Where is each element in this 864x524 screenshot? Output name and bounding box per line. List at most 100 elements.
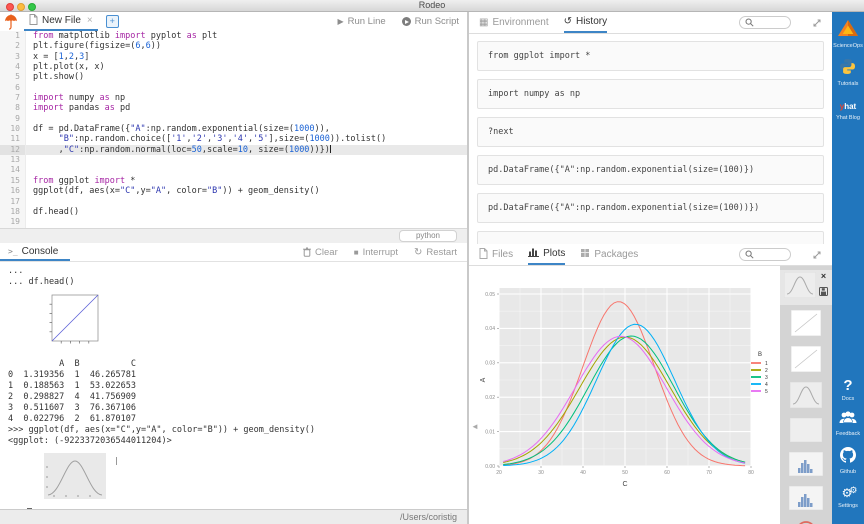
sidebar-item-tutorials[interactable]: Tutorials (838, 58, 859, 87)
plot-thumbnail[interactable] (791, 310, 821, 341)
sidebar-item-label: ScienceOps (833, 43, 863, 49)
history-item[interactable] (477, 231, 824, 244)
yhat-logo-icon: yhat (840, 96, 856, 114)
tab-history[interactable]: ↺ History (564, 12, 608, 33)
tab-environment[interactable]: ▦ Environment (479, 12, 549, 33)
history-list: from ggplot import * import numpy as np ?n… (469, 34, 832, 244)
console-header: >_ Console Clear ■ Interrupt ↻ Restart (0, 243, 467, 262)
question-icon: ? (843, 377, 852, 395)
sidebar-item-github[interactable]: Github (839, 446, 857, 475)
plot-thumbnail-selected[interactable] (784, 272, 816, 303)
restart-button[interactable]: ↻ Restart (414, 247, 457, 258)
plot-thumbnail[interactable] (790, 418, 822, 447)
expand-pane-icon[interactable] (812, 18, 822, 28)
restart-icon: ↻ (414, 247, 422, 258)
sidebar-item-feedback[interactable]: Feedback (836, 411, 860, 437)
history-search-box[interactable] (739, 16, 791, 29)
history-item[interactable]: pd.DataFrame({"A":np.random.exponential(… (477, 193, 824, 223)
run-line-label: Run Line (348, 16, 386, 27)
svg-text:2: 2 (765, 368, 768, 374)
history-item[interactable]: pd.DataFrame({"A":np.random.exponential(… (477, 155, 824, 185)
sidebar-item-docs[interactable]: ?Docs (842, 377, 855, 402)
svg-text:0.01: 0.01 (485, 429, 495, 435)
file-icon (479, 248, 488, 262)
editor-toolbar: New File × + ▶ Run Line Run Script (0, 12, 467, 31)
line-number: 4 (0, 62, 26, 72)
sidebar-item-label: Docs (842, 396, 855, 402)
window-title: Rodeo (0, 0, 864, 11)
line-number: 1 (0, 31, 26, 41)
sidebar-item-yhat-blog[interactable]: yhatYhat Blog (836, 96, 860, 121)
language-selector[interactable]: python (399, 230, 457, 242)
console-tab-label: Console (22, 246, 59, 257)
plot-thumbnail[interactable] (791, 346, 821, 377)
editor-tab-new-file[interactable]: New File × (24, 12, 98, 31)
packages-tab-label: Packages (594, 249, 638, 260)
history-item[interactable]: from ggplot import * (477, 41, 824, 71)
app-sidebar: ScienceOps Tutorials yhatYhat Blog ?Docs Fe… (832, 12, 864, 524)
line-number: 8 (0, 103, 26, 113)
svg-text:20: 20 (496, 470, 502, 476)
search-icon (745, 18, 754, 27)
clear-console-button[interactable]: Clear (303, 247, 338, 258)
right-pane: ▦ Environment ↺ History from ggplot impo… (469, 12, 832, 524)
run-script-label: Run Script (415, 16, 459, 27)
svg-text:30: 30 (538, 470, 544, 476)
code-line: 13 (0, 155, 467, 165)
code-line: 16ggplot(df, aes(x="C",y="A", color="B")… (0, 186, 467, 196)
line-number: 15 (0, 176, 26, 186)
plots-tab-label: Plots (543, 248, 565, 259)
console-output: ... ... df.head() A B C 0 1.319356 1 46.… (0, 262, 467, 516)
console-block-2: A B C 0 1.319356 1 46.265781 1 0.188563 … (8, 359, 467, 447)
code-line: 18df.head() (0, 207, 467, 217)
ggplot-chart: 203040506070800.000.010.020.030.040.05CA… (479, 270, 775, 510)
svg-text:0.05: 0.05 (485, 292, 495, 298)
tab-plots[interactable]: Plots (528, 244, 565, 265)
console-tab[interactable]: >_ Console (0, 243, 70, 261)
line-number: 18 (0, 207, 26, 217)
sidebar-top-group: ScienceOps Tutorials yhatYhat Blog (833, 19, 863, 130)
run-script-button[interactable]: Run Script (402, 16, 459, 27)
close-tab-icon[interactable]: × (87, 15, 93, 26)
run-script-icon (402, 17, 411, 26)
working-directory: /Users/coristig (400, 512, 457, 522)
rodeo-logo-icon (4, 14, 18, 30)
code-line: 9 (0, 114, 467, 124)
svg-text:70: 70 (706, 470, 712, 476)
save-plot-icon[interactable] (819, 283, 828, 301)
file-icon (29, 12, 38, 30)
new-tab-button[interactable]: + (106, 15, 119, 28)
history-item[interactable]: import numpy as np (477, 79, 824, 109)
svg-text:B: B (758, 352, 762, 358)
expand-pane-icon[interactable] (812, 250, 822, 260)
svg-text:60: 60 (664, 470, 670, 476)
interrupt-button[interactable]: ■ Interrupt (354, 247, 398, 258)
history-item[interactable]: ?next (477, 117, 824, 147)
history-icon: ↺ (564, 16, 572, 27)
broken-plot-icon[interactable] (795, 520, 817, 524)
sidebar-item-settings[interactable]: ⚙⚙Settings (838, 484, 858, 509)
plot-thumbnail[interactable] (789, 452, 823, 481)
svg-text:0.02: 0.02 (485, 395, 495, 401)
editor-console-pane: New File × + ▶ Run Line Run Script 1from… (0, 12, 469, 524)
editor-cursor (330, 145, 331, 153)
plot-thumbnail[interactable] (790, 382, 822, 413)
line-number: 10 (0, 124, 26, 134)
code-line: 2plt.figure(figsize=(6,6)) (0, 41, 467, 51)
plot-thumbnail[interactable] (789, 486, 823, 515)
plots-search-box[interactable] (739, 248, 791, 261)
sidebar-item-scienceops[interactable]: ScienceOps (833, 19, 863, 49)
people-icon (838, 411, 858, 430)
code-editor[interactable]: 1from matplotlib import pyplot as plt2pl… (0, 31, 467, 228)
delete-plot-icon[interactable]: × (821, 272, 826, 280)
code-line: 6 (0, 83, 467, 93)
previous-plot-arrow[interactable]: ◄ (471, 422, 479, 431)
line-number: 19 (0, 217, 26, 227)
line-number: 14 (0, 165, 26, 175)
tab-packages[interactable]: Packages (580, 244, 638, 265)
tab-files[interactable]: Files (479, 244, 513, 265)
sidebar-item-label: Yhat Blog (836, 115, 860, 121)
editor-tab-label: New File (42, 15, 81, 26)
interrupt-label: Interrupt (363, 247, 398, 258)
run-line-button[interactable]: ▶ Run Line (337, 16, 385, 27)
